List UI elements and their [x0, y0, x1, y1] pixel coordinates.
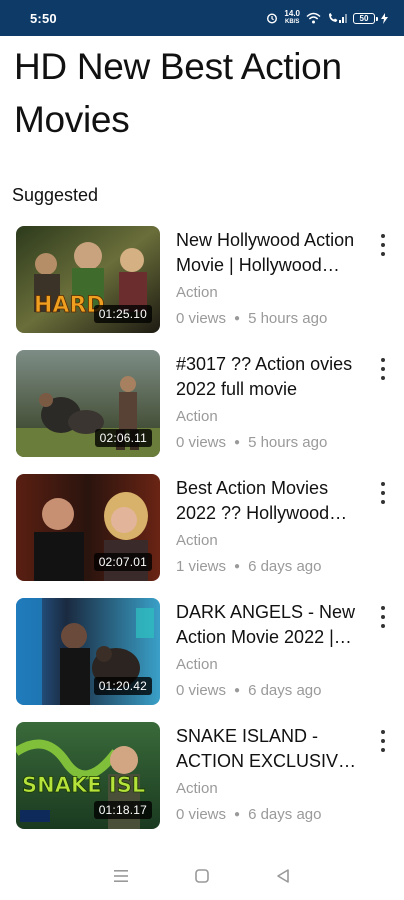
alarm-icon — [266, 12, 278, 24]
video-thumbnail[interactable]: HARD 01:25.10 — [16, 226, 160, 333]
video-views: 0 views — [176, 682, 227, 699]
more-options-icon[interactable] — [378, 358, 388, 380]
back-triangle-icon[interactable] — [268, 861, 298, 891]
wifi-icon — [306, 12, 321, 24]
video-info: #3017 ?? Action ovies 2022 full movie Ac… — [176, 352, 364, 451]
video-info: Best Action Movies 2022 ?? Hollywood Act… — [176, 476, 364, 575]
video-info: DARK ANGELS - New Action Movie 2022 | Ho… — [176, 600, 364, 699]
video-views: 1 views — [176, 558, 227, 575]
separator-dot-icon: ● — [234, 313, 241, 324]
home-square-icon[interactable] — [187, 861, 217, 891]
charging-icon — [381, 12, 388, 24]
network-speed: 14.0 KB/S — [284, 10, 300, 26]
separator-dot-icon: ● — [234, 437, 241, 448]
separator-dot-icon: ● — [234, 685, 241, 696]
video-meta: 0 views ● 6 days ago — [176, 806, 364, 823]
network-speed-unit: KB/S — [285, 19, 300, 25]
battery-icon: 50 — [353, 12, 378, 24]
video-thumbnail[interactable]: SNAKE ISL 01:18.17 — [16, 722, 160, 829]
video-age: 5 hours ago — [248, 310, 328, 327]
video-category: Action — [176, 284, 218, 301]
video-meta: 1 views ● 6 days ago — [176, 558, 364, 575]
more-options-icon[interactable] — [378, 730, 388, 752]
system-navigation-bar — [0, 852, 404, 900]
video-views: 0 views — [176, 434, 227, 451]
separator-dot-icon: ● — [234, 561, 241, 572]
video-title[interactable]: Best Action Movies 2022 ?? Hollywood Act… — [176, 476, 364, 526]
separator-dot-icon: ● — [234, 809, 241, 820]
call-signal-icon — [327, 12, 347, 24]
video-meta: 0 views ● 6 days ago — [176, 682, 364, 699]
video-category: Action — [176, 408, 218, 425]
video-item[interactable]: 01:20.42 DARK ANGELS - New Action Movie … — [0, 596, 404, 706]
video-duration: 01:18.17 — [93, 801, 152, 819]
video-age: 5 hours ago — [248, 434, 328, 451]
section-title-suggested: Suggested — [12, 185, 99, 205]
menu-icon[interactable] — [106, 861, 136, 891]
video-duration: 01:25.10 — [93, 305, 152, 323]
video-category: Action — [176, 532, 218, 549]
video-views: 0 views — [176, 806, 227, 823]
video-item[interactable]: 02:07.01 Best Action Movies 2022 ?? Holl… — [0, 472, 404, 582]
status-time: 5:50 — [30, 10, 57, 26]
video-age: 6 days ago — [248, 806, 322, 823]
video-thumbnail[interactable]: 02:06.11 — [16, 350, 160, 457]
video-item[interactable]: SNAKE ISL 01:18.17 SNAKE ISLAND - ACTION… — [0, 720, 404, 830]
video-thumbnail[interactable]: 01:20.42 — [16, 598, 160, 705]
page-title: HD New Best Action Movies — [14, 46, 342, 140]
video-item[interactable]: 02:06.11 #3017 ?? Action ovies 2022 full… — [0, 348, 404, 458]
video-category: Action — [176, 656, 218, 673]
video-item[interactable]: HARD 01:25.10 New Hollywood Action Movie… — [0, 224, 404, 334]
video-category: Action — [176, 780, 218, 797]
more-options-icon[interactable] — [378, 234, 388, 256]
video-duration: 01:20.42 — [93, 677, 152, 695]
more-options-icon[interactable] — [378, 606, 388, 628]
video-info: SNAKE ISLAND - ACTION EXCLUSIVE MOVIE Ac… — [176, 724, 364, 823]
more-options-icon[interactable] — [378, 482, 388, 504]
video-duration: 02:07.01 — [93, 553, 152, 571]
thumbnail-title-art: SNAKE ISL — [22, 773, 145, 797]
battery-level: 50 — [353, 12, 378, 24]
status-bar: 5:50 14.0 KB/S 50 — [0, 0, 404, 36]
video-views: 0 views — [176, 310, 227, 327]
network-speed-value: 14.0 — [284, 9, 300, 18]
video-meta: 0 views ● 5 hours ago — [176, 434, 364, 451]
video-title[interactable]: SNAKE ISLAND - ACTION EXCLUSIVE MOVIE — [176, 724, 364, 774]
status-icons: 14.0 KB/S 50 — [266, 10, 388, 26]
video-title[interactable]: New Hollywood Action Movie | Hollywood A… — [176, 228, 364, 278]
video-thumbnail[interactable]: 02:07.01 — [16, 474, 160, 581]
video-title[interactable]: #3017 ?? Action ovies 2022 full movie — [176, 352, 364, 402]
video-info: New Hollywood Action Movie | Hollywood A… — [176, 228, 364, 327]
video-meta: 0 views ● 5 hours ago — [176, 310, 364, 327]
video-title[interactable]: DARK ANGELS - New Action Movie 2022 | Ho… — [176, 600, 364, 650]
video-duration: 02:06.11 — [94, 429, 152, 447]
video-age: 6 days ago — [248, 682, 322, 699]
video-age: 6 days ago — [248, 558, 322, 575]
